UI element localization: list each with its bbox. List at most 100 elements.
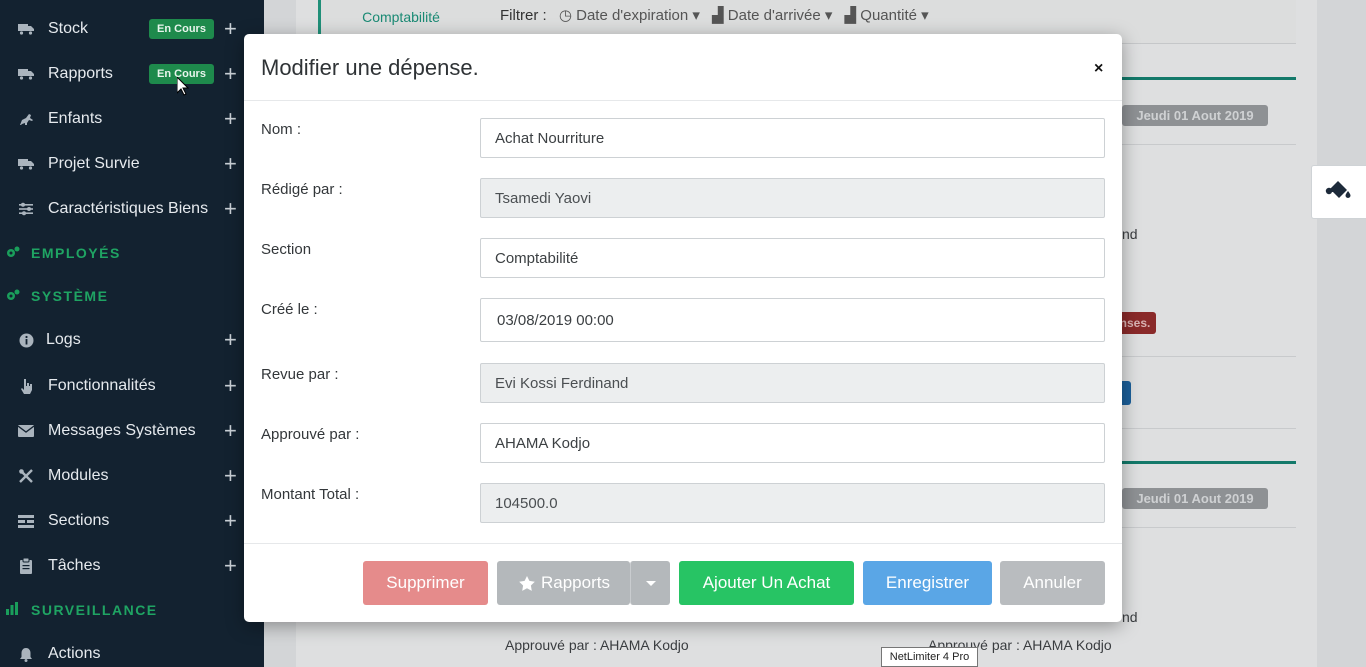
section-label: Section: [261, 241, 312, 258]
expand-plus-icon[interactable]: +: [224, 153, 237, 175]
section-input[interactable]: [480, 238, 1105, 278]
horse-icon: [18, 111, 34, 127]
sidebar-item-modules[interactable]: Modules +: [0, 456, 264, 496]
nom-input[interactable]: [480, 118, 1105, 158]
sidebar-item-rapports[interactable]: Rapports En Cours +: [0, 54, 264, 94]
divider: [1122, 144, 1296, 145]
bell-icon: [18, 646, 34, 662]
sidebar-item-actions[interactable]: Actions: [0, 634, 264, 667]
expand-plus-icon[interactable]: +: [224, 18, 237, 40]
sidebar-item-label: Sections: [48, 512, 110, 529]
filter-quantity-dropdown[interactable]: ▟ Quantité ▾: [845, 7, 929, 24]
sidebar-item-label: Tâches: [48, 557, 101, 574]
sidebar-item-logs[interactable]: Logs +: [0, 320, 264, 360]
truck-icon: [18, 156, 34, 172]
modal-title: Modifier une dépense.: [261, 55, 479, 80]
expand-plus-icon[interactable]: +: [224, 108, 237, 130]
section-label: SYSTÈME: [31, 288, 109, 304]
cree-le-datetime-input[interactable]: [480, 298, 1105, 342]
sidebar-item-fonctionnalites[interactable]: Fonctionnalités +: [0, 366, 264, 406]
redige-par-input: [480, 178, 1105, 218]
cancel-button[interactable]: Annuler: [1000, 561, 1105, 605]
info-icon: [18, 332, 34, 348]
reports-button[interactable]: Rapports: [497, 561, 630, 605]
sidebar-item-messages-systemes[interactable]: Messages Systèmes +: [0, 411, 264, 451]
cogs-icon: [6, 246, 20, 261]
save-button[interactable]: Enregistrer: [863, 561, 992, 605]
sidebar-item-label: Actions: [48, 645, 101, 662]
card-text-fragment: nd: [1122, 609, 1138, 625]
theme-paint-bucket-button[interactable]: [1311, 165, 1366, 219]
paint-bucket-icon: [1324, 179, 1354, 206]
expand-plus-icon[interactable]: +: [224, 375, 237, 397]
sliders-icon: [18, 201, 34, 217]
sidebar-item-sections[interactable]: Sections +: [0, 501, 264, 541]
envelope-icon: [18, 423, 34, 439]
card-approved-text: Approuvé par : AHAMA Kodjo: [505, 637, 689, 653]
sidebar-item-label: Logs: [46, 331, 81, 348]
approuve-par-input[interactable]: [480, 423, 1105, 463]
revue-par-input: [480, 363, 1105, 403]
expand-plus-icon[interactable]: +: [224, 465, 237, 487]
expand-plus-icon[interactable]: +: [224, 329, 237, 351]
expand-plus-icon[interactable]: +: [224, 510, 237, 532]
reports-button-label: Rapports: [541, 573, 610, 592]
sidebar-item-label: Projet Survie: [48, 155, 140, 172]
nom-label: Nom :: [261, 121, 302, 138]
cree-le-label: Créé le :: [261, 301, 318, 318]
sidebar-item-label: Caractéristiques Biens: [48, 200, 209, 217]
expand-plus-icon[interactable]: +: [224, 420, 237, 442]
sidebar-item-enfants[interactable]: Enfants +: [0, 99, 264, 139]
filter-bar: Filtrer : ◷ Date d'expiration ▾ ▟ Date d…: [500, 6, 929, 24]
expand-plus-icon[interactable]: +: [224, 63, 237, 85]
sidebar-item-label: Enfants: [48, 110, 103, 127]
sidebar-item-caracteristiques-biens[interactable]: Caractéristiques Biens +: [0, 189, 264, 229]
expand-plus-icon[interactable]: +: [224, 198, 237, 220]
section-label: SURVEILLANCE: [31, 602, 158, 618]
tools-icon: [18, 468, 34, 484]
caret-down-icon: [645, 580, 656, 586]
montant-total-label: Montant Total :: [261, 486, 360, 503]
sidebar-item-label: Fonctionnalités: [48, 377, 156, 394]
clipboard-icon: [18, 558, 34, 574]
montant-total-input: [480, 483, 1105, 523]
close-icon[interactable]: ×: [1094, 60, 1103, 78]
sidebar: Stock En Cours + Rapports En Cours + Enf…: [0, 0, 264, 667]
expand-plus-icon[interactable]: +: [224, 555, 237, 577]
divider: [1122, 428, 1296, 429]
modal-header: Modifier une dépense. ×: [244, 34, 1122, 101]
revue-par-label: Revue par :: [261, 366, 339, 383]
card-text-fragment: nd: [1122, 226, 1138, 242]
redige-par-label: Rédigé par :: [261, 181, 343, 198]
sidebar-item-taches[interactable]: Tâches +: [0, 546, 264, 586]
tab-comptabilite[interactable]: Comptabilité: [318, 0, 481, 34]
delete-button[interactable]: Supprimer: [363, 561, 488, 605]
sidebar-item-label: Stock: [48, 20, 89, 37]
truck-icon: [18, 21, 34, 37]
date-badge: Jeudi 01 Aout 2019: [1122, 488, 1268, 509]
sidebar-item-projet-survie[interactable]: Projet Survie +: [0, 144, 264, 184]
reports-dropdown-toggle[interactable]: [630, 561, 670, 605]
approuve-par-label: Approuvé par :: [261, 426, 360, 443]
filter-label: Filtrer :: [500, 7, 547, 24]
hand-pointer-icon: [18, 378, 34, 394]
cogs-icon: [6, 289, 20, 304]
card-top-border: [1122, 461, 1296, 464]
filter-arrival-dropdown[interactable]: ▟ Date d'arrivée ▾: [712, 7, 832, 24]
chart-bar-icon: [6, 602, 20, 618]
sidebar-item-label: Modules: [48, 467, 109, 484]
sidebar-item-label: Messages Systèmes: [48, 422, 196, 439]
divider: [1122, 527, 1296, 528]
grid-icon: [18, 513, 34, 529]
date-badge: Jeudi 01 Aout 2019: [1122, 105, 1268, 126]
divider: [1122, 356, 1296, 357]
filter-expiration-dropdown[interactable]: ◷ Date d'expiration ▾: [559, 7, 700, 24]
edit-expense-modal: Modifier une dépense. × Nom : Rédigé par…: [244, 34, 1122, 622]
add-purchase-button[interactable]: Ajouter Un Achat: [679, 561, 854, 605]
status-badge: En Cours: [149, 19, 214, 39]
sidebar-item-label: Rapports: [48, 65, 113, 82]
sidebar-item-stock[interactable]: Stock En Cours +: [0, 9, 264, 49]
system-tooltip: NetLimiter 4 Pro: [881, 647, 978, 667]
truck-icon: [18, 66, 34, 82]
card-top-border: [1122, 77, 1296, 80]
